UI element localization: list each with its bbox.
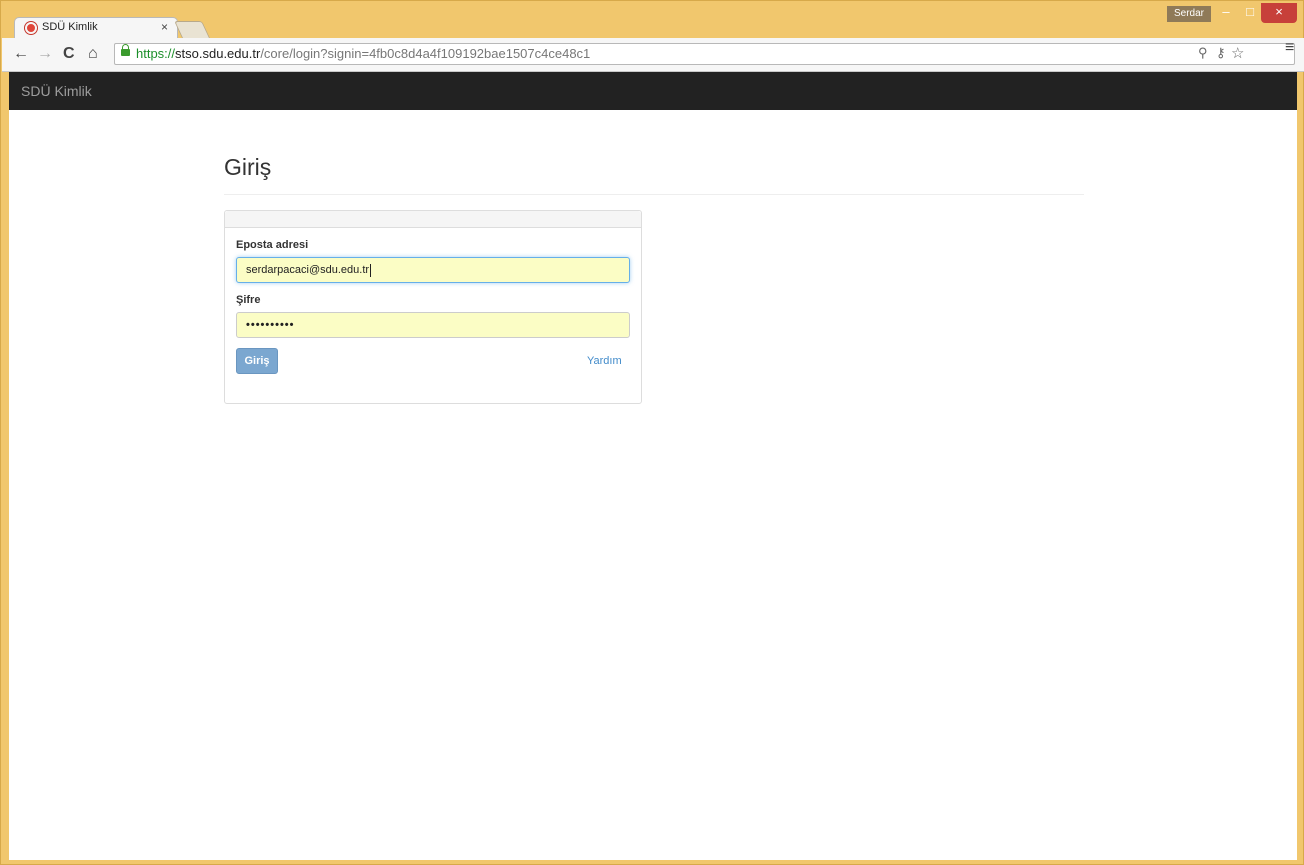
tab-strip: SDÜ Kimlik × Serdar – □ ×	[1, 1, 1304, 39]
minimize-button[interactable]: –	[1213, 3, 1239, 23]
profile-badge[interactable]: Serdar	[1167, 6, 1211, 22]
email-label: Eposta adresi	[236, 239, 309, 251]
forward-arrow-icon[interactable]: →	[37, 45, 53, 63]
email-field[interactable]: serdarpacaci@sdu.edu.tr	[236, 257, 630, 283]
tab-close-icon[interactable]: ×	[161, 20, 168, 34]
help-link[interactable]: Yardım	[587, 355, 622, 367]
page-title: Giriş	[224, 154, 272, 180]
home-icon[interactable]: ⌂	[88, 45, 98, 63]
panel-heading	[225, 211, 641, 228]
tab-title: SDÜ Kimlik	[42, 21, 98, 33]
menu-icon[interactable]: ≡	[1285, 38, 1294, 58]
reload-icon[interactable]: C	[63, 45, 75, 63]
email-value: serdarpacaci@sdu.edu.tr	[246, 264, 370, 276]
password-label: Şifre	[236, 294, 261, 306]
browser-toolbar: ← → C ⌂ https://stso.sdu.edu.tr/core/log…	[2, 38, 1304, 72]
url-scheme: https://	[136, 46, 176, 61]
new-tab-button[interactable]	[174, 21, 210, 38]
text-caret	[370, 263, 372, 277]
login-panel: Eposta adresi serdarpacaci@sdu.edu.tr Şi…	[224, 210, 642, 404]
site-brand-link[interactable]: SDÜ Kimlik	[21, 83, 92, 99]
page-content: SDÜ Kimlik Giriş Eposta adresi serdarpac…	[9, 72, 1297, 860]
back-arrow-icon[interactable]: ←	[13, 45, 29, 63]
login-button[interactable]: Giriş	[236, 348, 278, 374]
url-path: /core/login?signin=4fb0c8d4a4f109192bae1…	[260, 46, 591, 61]
maximize-button[interactable]: □	[1239, 3, 1261, 23]
address-bar[interactable]: https://stso.sdu.edu.tr/core/login?signi…	[114, 43, 1295, 65]
site-navbar: SDÜ Kimlik	[9, 72, 1297, 110]
page-header: Giriş	[224, 154, 1084, 195]
zoom-icon[interactable]: ⚲	[1198, 45, 1208, 61]
bookmark-star-icon[interactable]: ☆	[1231, 44, 1244, 62]
key-icon[interactable]: ⚷	[1216, 45, 1226, 61]
close-window-button[interactable]: ×	[1261, 3, 1297, 23]
tab-sdu-kimlik[interactable]: SDÜ Kimlik ×	[14, 17, 178, 39]
password-field[interactable]: ••••••••••	[236, 312, 630, 338]
lock-icon[interactable]	[121, 44, 130, 56]
browser-window: SDÜ Kimlik × Serdar – □ × ← → C ⌂ https:…	[0, 0, 1304, 865]
url-host: stso.sdu.edu.tr	[175, 46, 261, 61]
url-text[interactable]: https://stso.sdu.edu.tr/core/login?signi…	[136, 46, 590, 61]
favicon-icon	[25, 22, 37, 34]
